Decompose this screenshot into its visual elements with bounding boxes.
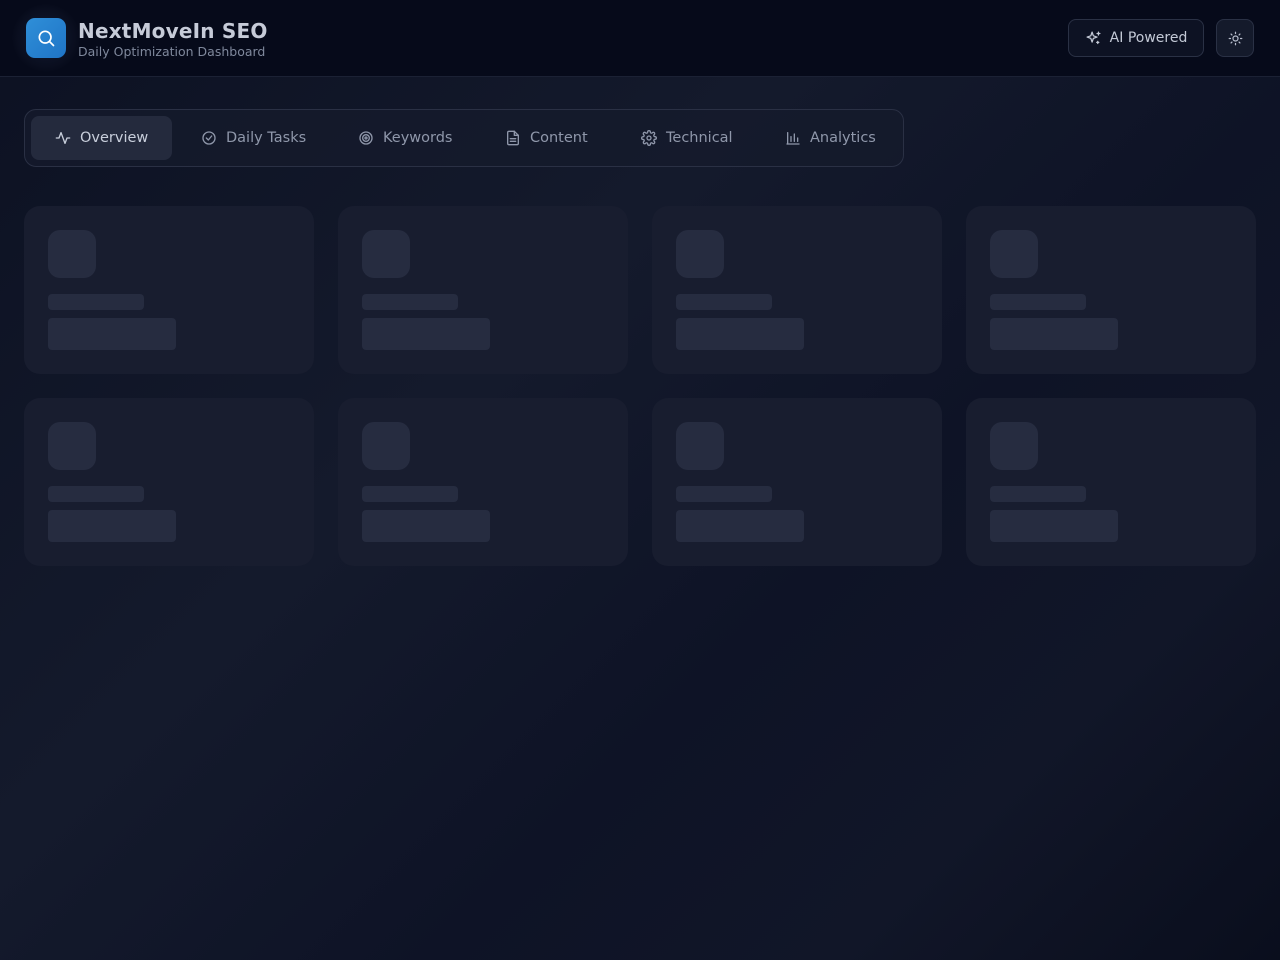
gear-icon [641,130,657,146]
skeleton-value [48,318,176,350]
skeleton-icon [990,422,1038,470]
skeleton-card [338,206,628,374]
skeleton-value [990,318,1118,350]
skeleton-card [966,398,1256,566]
skeleton-card [24,398,314,566]
bar-chart-icon [786,132,800,145]
skeleton-card [652,398,942,566]
sparkles-icon [1086,30,1101,44]
skeleton-card [338,398,628,566]
skeleton-label [676,294,772,310]
sun-icon [1228,31,1242,45]
dashboard-page: NextMoveIn SEO Daily Optimization Dashbo… [0,0,1280,960]
skeleton-label [362,294,458,310]
skeleton-value [990,510,1118,542]
skeleton-icon [676,422,724,470]
skeleton-icon [990,230,1038,278]
tab-label: Analytics [810,130,876,146]
skeleton-icon [362,422,410,470]
tab-label: Content [530,130,588,146]
skeleton-icon [676,230,724,278]
tab-label: Keywords [383,130,453,146]
activity-icon [55,132,71,144]
tab-overview[interactable]: Overview [31,116,173,160]
skeleton-card [24,206,314,374]
skeleton-value [362,318,490,350]
skeleton-label [990,294,1086,310]
target-icon [359,131,373,145]
main-tabs: Overview Daily Tasks Keywords Content Te… [24,109,904,167]
tab-label: Overview [80,130,149,146]
skeleton-label [48,486,144,502]
skeleton-value [676,318,804,350]
tab-content[interactable]: Content [481,116,612,160]
tab-label: Daily Tasks [226,130,307,146]
app-title: NextMoveIn SEO [78,19,268,43]
skeleton-label [48,294,144,310]
app-subtitle: Daily Optimization Dashboard [78,44,266,59]
ai-powered-button[interactable]: AI Powered [1068,19,1204,57]
skeleton-label [676,486,772,502]
skeleton-value [362,510,490,542]
tab-analytics[interactable]: Analytics [761,116,900,160]
theme-toggle-button[interactable] [1216,19,1254,57]
skeleton-card [966,206,1256,374]
app-header: NextMoveIn SEO Daily Optimization Dashbo… [0,0,1280,77]
skeleton-icon [362,230,410,278]
logo-badge[interactable] [26,18,66,58]
ai-powered-label: AI Powered [1109,30,1188,46]
tab-daily-tasks[interactable]: Daily Tasks [177,116,330,160]
tab-keywords[interactable]: Keywords [334,116,476,160]
skeleton-value [676,510,804,542]
file-text-icon [507,130,519,146]
skeleton-icon [48,422,96,470]
skeleton-icon [48,230,96,278]
skeleton-value [48,510,176,542]
skeleton-card [652,206,942,374]
tab-label: Technical [666,130,733,146]
skeleton-label [990,486,1086,502]
tab-technical[interactable]: Technical [617,116,757,160]
skeleton-label [362,486,458,502]
check-circle-icon [202,131,216,145]
search-icon [38,30,55,47]
